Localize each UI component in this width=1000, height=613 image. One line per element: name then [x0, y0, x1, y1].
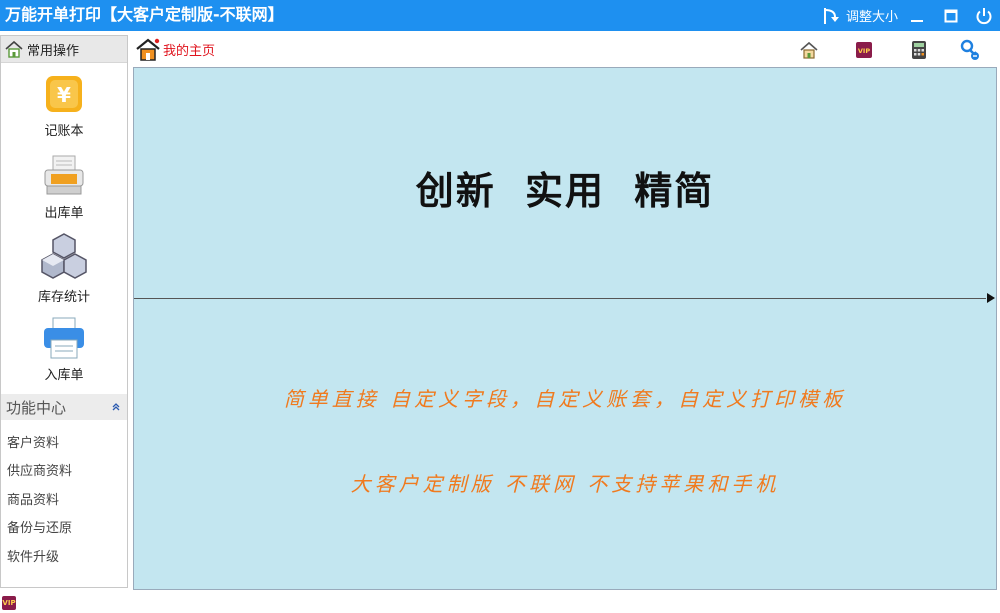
home-icon	[800, 41, 818, 59]
tool-outbound-label: 出库单	[44, 206, 84, 221]
tool-ledger[interactable]: ¥ 记账本	[1, 72, 127, 139]
resize-button[interactable]: 调整大小	[804, 0, 914, 31]
calculator-icon	[912, 41, 926, 59]
vip-icon: VIP	[856, 42, 872, 58]
home-outline-icon	[5, 40, 23, 58]
func-item-upgrade[interactable]: 软件升级	[7, 546, 59, 565]
printer-out-icon	[44, 155, 84, 195]
feature-line-1: 简单直接 自定义字段，自定义账套，自定义打印模板	[283, 387, 847, 411]
vip-text: VIP	[858, 47, 870, 55]
minimize-icon	[911, 19, 923, 22]
cubes-icon	[41, 233, 87, 279]
function-center-label: 功能中心	[6, 398, 67, 417]
tab-bar: 我的主页 VIP	[133, 35, 1000, 65]
func-item-suppliers[interactable]: 供应商资料	[7, 460, 72, 479]
tool-inbound[interactable]: 入库单	[1, 316, 127, 383]
maximize-button[interactable]	[940, 0, 962, 31]
power-icon	[976, 7, 992, 24]
svg-text:¥: ¥	[57, 83, 71, 107]
rotate-arrow-icon	[823, 7, 839, 24]
common-operations-header: 常用操作	[1, 36, 127, 63]
ledger-icon: ¥	[46, 76, 82, 112]
minimize-button[interactable]	[906, 0, 928, 31]
tool-outbound[interactable]: 出库单	[1, 154, 127, 221]
tab-home-label: 我的主页	[163, 43, 216, 59]
slogan-heading: 创新 实用 精简	[415, 169, 715, 213]
tool-inventory[interactable]: 库存统计	[1, 232, 127, 305]
func-item-customers[interactable]: 客户资料	[7, 432, 59, 451]
status-bar: VIP	[0, 594, 1000, 613]
sidebar: 常用操作 ¥ 记账本 出库单 库存统计 入库单 功能中心 客户资料 供应商资料 …	[0, 35, 128, 588]
collapse-chevron-icon	[112, 403, 120, 411]
home-shortcut-button[interactable]	[798, 39, 820, 61]
resize-label: 调整大小	[845, 10, 898, 25]
vip-button[interactable]: VIP	[853, 39, 875, 61]
divider-line	[134, 298, 986, 299]
func-item-products[interactable]: 商品资料	[7, 489, 59, 508]
user-key-icon	[960, 39, 979, 60]
user-settings-button[interactable]	[959, 39, 981, 61]
maximize-icon	[944, 9, 958, 22]
tool-ledger-label: 记账本	[44, 124, 84, 139]
status-vip-icon[interactable]: VIP	[2, 596, 16, 610]
calculator-button[interactable]	[908, 39, 930, 61]
printer-in-icon	[44, 317, 84, 359]
title-bar: 万能开单打印【大客户定制版-不联网】 调整大小	[0, 0, 1000, 31]
func-item-backup[interactable]: 备份与还原	[7, 517, 72, 536]
tool-inbound-label: 入库单	[44, 368, 84, 383]
tool-inventory-label: 库存统计	[37, 290, 90, 305]
tab-my-homepage[interactable]: 我的主页	[135, 37, 215, 61]
power-button[interactable]	[972, 0, 996, 31]
window-title: 万能开单打印【大客户定制版-不联网】	[5, 5, 284, 24]
feature-line-2: 大客户定制版 不联网 不支持苹果和手机	[350, 472, 780, 496]
function-center-header[interactable]: 功能中心	[1, 394, 127, 420]
home-icon	[136, 38, 160, 61]
main-panel: 创新 实用 精简 简单直接 自定义字段，自定义账套，自定义打印模板 大客户定制版…	[133, 67, 997, 590]
arrow-right-icon	[987, 293, 995, 303]
common-operations-label: 常用操作	[27, 43, 80, 59]
